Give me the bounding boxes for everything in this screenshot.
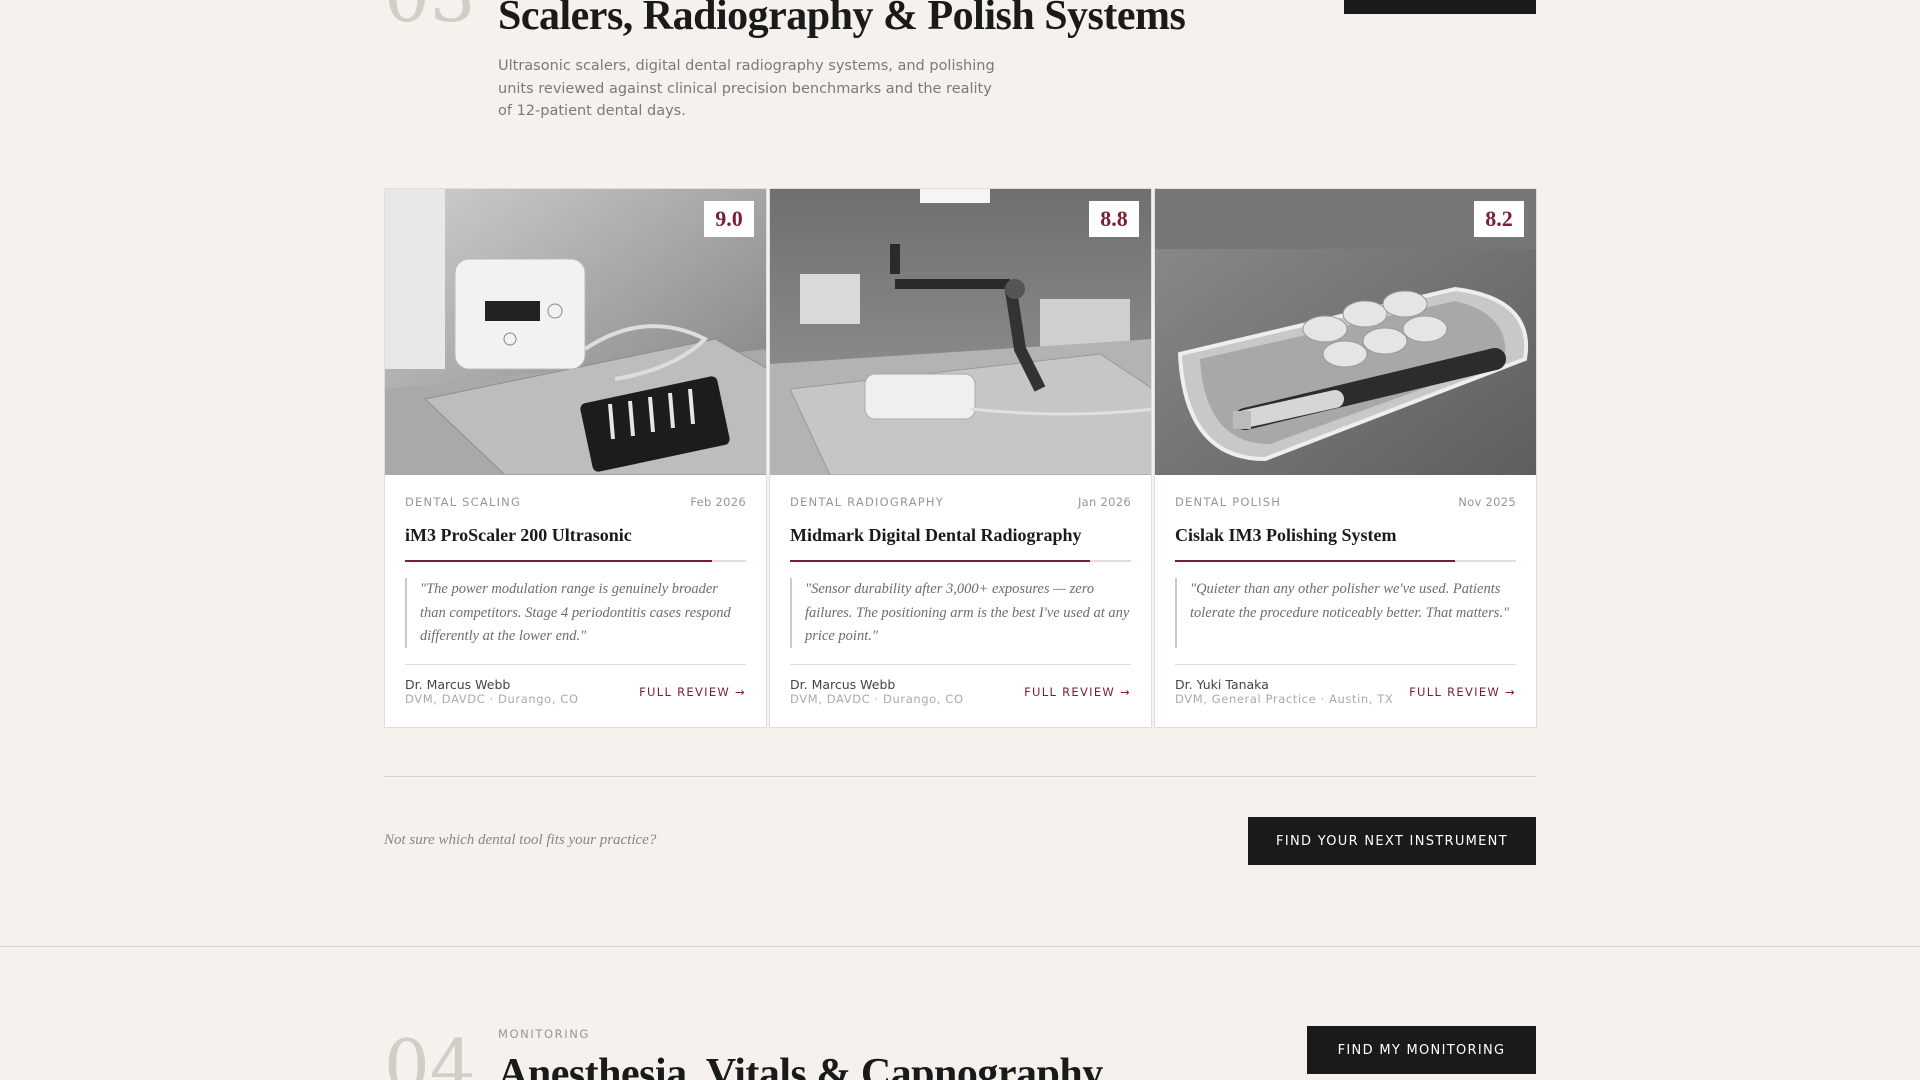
- score-bar: [1175, 560, 1516, 562]
- cta-prompt: Not sure which dental tool fits your pra…: [384, 832, 657, 848]
- card-quote: "Sensor durability after 3,000+ exposure…: [790, 578, 1131, 648]
- reviewer-credentials: DVM, DAVDC · Durango, CO: [405, 692, 579, 706]
- card-category: DENTAL SCALING: [405, 495, 522, 509]
- card-category: DENTAL POLISH: [1175, 495, 1282, 509]
- section-title: Scalers, Radiography & Polish Systems: [498, 0, 1186, 39]
- score-badge: 9.0: [704, 201, 754, 237]
- divider: [405, 664, 746, 665]
- product-card[interactable]: 9.0 DENTAL SCALING Feb 2026 iM3 ProScale…: [384, 188, 767, 728]
- product-card-grid: 9.0 DENTAL SCALING Feb 2026 iM3 ProScale…: [384, 188, 1537, 728]
- find-monitoring-button[interactable]: FIND MY MONITORING: [1307, 1026, 1536, 1074]
- section-description: Ultrasonic scalers, digital dental radio…: [498, 58, 995, 119]
- product-image-polisher[interactable]: 8.2: [1155, 189, 1536, 475]
- reviewer-credentials: DVM, General Practice · Austin, TX: [1175, 692, 1394, 706]
- card-quote: "The power modulation range is genuinely…: [405, 578, 746, 648]
- section-cta-button[interactable]: [1344, 0, 1536, 14]
- full-review-link[interactable]: FULL REVIEW →: [639, 685, 746, 699]
- reviewer-name: Dr. Marcus Webb: [405, 677, 511, 692]
- card-date: Nov 2025: [1458, 495, 1516, 509]
- product-card[interactable]: 8.8 DENTAL RADIOGRAPHY Jan 2026 Midmark …: [769, 188, 1152, 728]
- product-image-radiography[interactable]: 8.8: [770, 189, 1151, 475]
- card-category: DENTAL RADIOGRAPHY: [790, 495, 944, 509]
- card-date: Feb 2026: [690, 495, 746, 509]
- score-bar-fill: [1175, 560, 1455, 562]
- score-bar: [405, 560, 746, 562]
- full-review-link[interactable]: FULL REVIEW →: [1409, 685, 1516, 699]
- card-title[interactable]: iM3 ProScaler 200 Ultrasonic: [405, 525, 746, 546]
- product-card[interactable]: 8.2 DENTAL POLISH Nov 2025 Cislak IM3 Po…: [1154, 188, 1537, 728]
- reviewer-credentials: DVM, DAVDC · Durango, CO: [790, 692, 964, 706]
- find-instrument-button[interactable]: FIND YOUR NEXT INSTRUMENT: [1248, 817, 1536, 865]
- score-bar-fill: [790, 560, 1091, 562]
- section-title: Anesthesia, Vitals & Capnography: [498, 1051, 1103, 1080]
- score-bar: [790, 560, 1131, 562]
- score-bar-fill: [405, 560, 712, 562]
- section-number: 03: [384, 0, 476, 32]
- section-kicker: MONITORING: [498, 1027, 590, 1041]
- card-date: Jan 2026: [1077, 495, 1131, 509]
- score-badge: 8.2: [1474, 201, 1524, 237]
- divider: [1175, 664, 1516, 665]
- card-quote: "Quieter than any other polisher we've u…: [1175, 578, 1516, 648]
- card-title[interactable]: Midmark Digital Dental Radiography: [790, 525, 1131, 546]
- section-number: 04: [384, 1024, 476, 1080]
- product-image-scaler[interactable]: 9.0: [385, 189, 766, 475]
- full-review-link[interactable]: FULL REVIEW →: [1024, 685, 1131, 699]
- divider: [790, 664, 1131, 665]
- cta-divider: [384, 776, 1536, 777]
- reviewer-name: Dr. Yuki Tanaka: [1175, 677, 1269, 692]
- section-divider: [0, 946, 1920, 947]
- score-badge: 8.8: [1089, 201, 1139, 237]
- reviewer-name: Dr. Marcus Webb: [790, 677, 896, 692]
- card-title[interactable]: Cislak IM3 Polishing System: [1175, 525, 1516, 546]
